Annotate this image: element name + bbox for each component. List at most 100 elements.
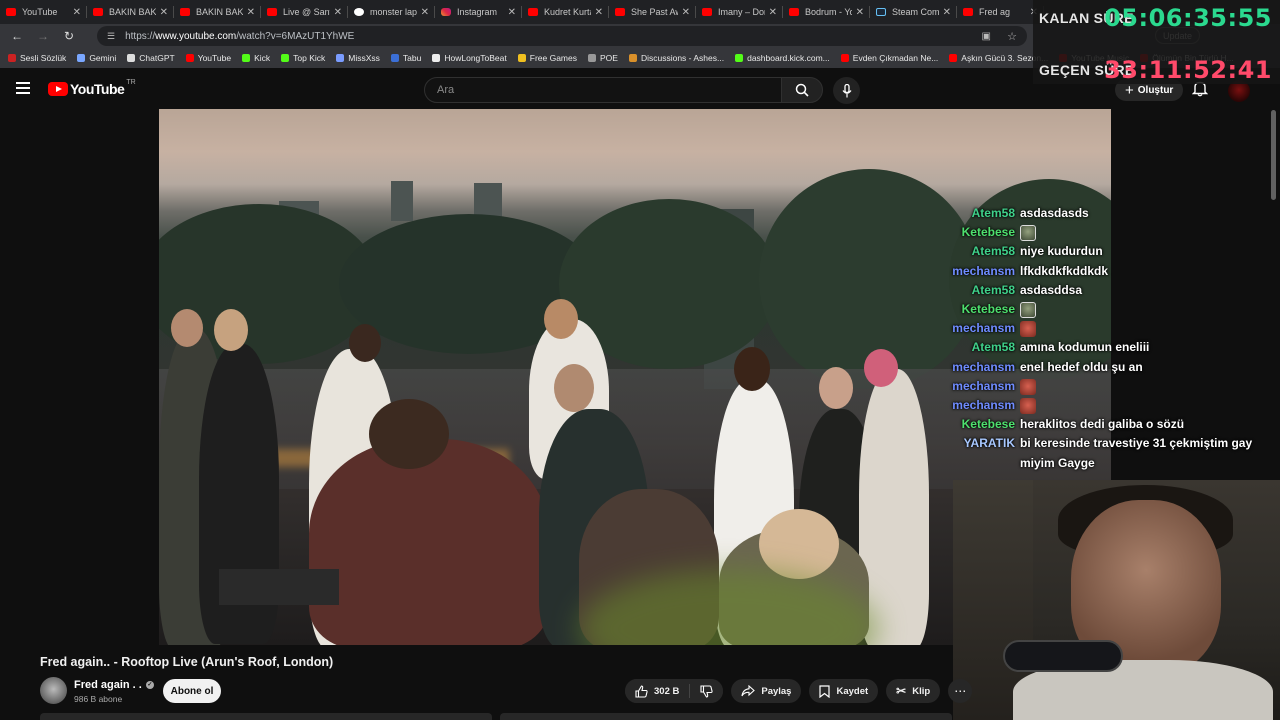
- browser-tab[interactable]: YouTube ✕: [0, 0, 87, 24]
- plus-icon: +: [1125, 81, 1134, 99]
- browser-tab[interactable]: BAKIN BAKIN ✕: [87, 0, 174, 24]
- verified-check-icon: ✓: [145, 681, 154, 689]
- forward-button[interactable]: →: [30, 29, 56, 43]
- tab-close-icon[interactable]: ✕: [856, 7, 864, 18]
- bookmark-item[interactable]: Evden Çıkmadan Ne...: [840, 53, 938, 63]
- page-scrollbar[interactable]: [1271, 110, 1276, 200]
- tab-close-icon[interactable]: ✕: [334, 7, 342, 18]
- bookmark-item[interactable]: Free Games: [517, 53, 577, 63]
- bookmark-favicon-icon: [281, 54, 290, 62]
- bookmark-item[interactable]: Sesli Sözlük: [8, 53, 66, 63]
- dislike-button[interactable]: [690, 679, 724, 703]
- stream-timer-overlay: KALAN SÜRE 05:06:35:55 GEÇEN SÜRE 33:11:…: [1033, 0, 1280, 84]
- url-prefix: https://: [125, 30, 156, 42]
- tab-title: Fred ag: [979, 7, 1011, 17]
- bookmark-icon: [819, 684, 831, 698]
- crowd-person-head: [171, 309, 203, 347]
- bookmark-item[interactable]: Discussions - Ashes...: [628, 53, 724, 63]
- tab-close-icon[interactable]: ✕: [943, 7, 951, 18]
- crowd-person-foreground: [309, 439, 549, 645]
- crowd-person-head: [864, 349, 898, 387]
- hamburger-menu-icon[interactable]: [16, 82, 30, 94]
- browser-tab[interactable]: Steam Comm ✕: [870, 0, 957, 24]
- chat-username: Ketebese: [961, 417, 1015, 432]
- like-count: 302 B: [654, 685, 680, 697]
- bookmark-item[interactable]: Tabu: [390, 53, 422, 63]
- bookmark-item[interactable]: dashboard.kick.com...: [735, 53, 830, 63]
- install-app-icon[interactable]: ▣: [982, 31, 991, 42]
- youtube-icon: [6, 8, 16, 16]
- bookmark-label: Tabu: [402, 53, 422, 63]
- reload-button[interactable]: ↻: [56, 29, 82, 43]
- bookmark-favicon-icon: [735, 54, 744, 62]
- search-input[interactable]: Ara: [424, 77, 782, 103]
- chat-message: Atem58 niye kudurdun: [940, 242, 1280, 261]
- back-button[interactable]: ←: [4, 29, 30, 43]
- tab-close-icon[interactable]: ✕: [508, 7, 516, 18]
- bookmark-favicon-icon: [588, 54, 596, 62]
- crowd-person-head: [349, 324, 381, 362]
- youtube-icon: [267, 8, 277, 16]
- chat-text: asdasddsa: [1020, 282, 1083, 297]
- subscribe-button[interactable]: Abone ol: [163, 679, 221, 703]
- youtube-icon: [528, 8, 538, 16]
- youtube-wordmark: YouTube: [70, 81, 125, 97]
- subscriber-count: 986 B abone: [74, 694, 123, 704]
- bookmark-item[interactable]: Kick: [242, 53, 270, 63]
- youtube-logo[interactable]: YouTube TR: [48, 78, 136, 97]
- tab-close-icon[interactable]: ✕: [247, 7, 255, 18]
- voice-search-button[interactable]: [833, 77, 860, 104]
- tab-close-icon[interactable]: ✕: [769, 7, 777, 18]
- steam-icon: [876, 8, 886, 16]
- youtube-icon: [615, 8, 625, 16]
- tab-close-icon[interactable]: ✕: [73, 7, 81, 18]
- chat-username: Atem58: [971, 340, 1015, 355]
- bookmark-label: YouTube: [197, 53, 232, 63]
- bookmark-item[interactable]: Top Kick: [281, 53, 325, 63]
- crowd-person-head: [734, 347, 770, 391]
- address-bar[interactable]: ☰ https://www.youtube.com/watch?v=6MAzUT…: [97, 26, 1027, 46]
- share-button[interactable]: Paylaş: [731, 679, 802, 703]
- tab-close-icon[interactable]: ✕: [160, 7, 168, 18]
- clip-button[interactable]: ✂ Klip: [886, 679, 941, 703]
- bookmark-label: HowLongToBeat: [444, 53, 507, 63]
- search-button[interactable]: [781, 77, 823, 103]
- bookmark-star-icon[interactable]: ☆: [1007, 30, 1017, 43]
- tab-close-icon[interactable]: ✕: [682, 7, 690, 18]
- bookmark-item[interactable]: POE: [588, 53, 618, 63]
- tab-close-icon[interactable]: ✕: [421, 7, 429, 18]
- browser-tab[interactable]: monster lapt ✕: [348, 0, 435, 24]
- crowd-person-head: [214, 309, 248, 351]
- bookmark-item[interactable]: MissXss: [336, 53, 380, 63]
- streamer-microphone: [1003, 640, 1123, 672]
- browser-tab[interactable]: Instagram ✕: [435, 0, 522, 24]
- chat-username: Ketebese: [961, 225, 1015, 240]
- save-button[interactable]: Kaydet: [809, 679, 879, 703]
- browser-tab[interactable]: Fred ag✕: [957, 0, 1044, 24]
- bookmark-label: Free Games: [529, 53, 577, 63]
- frog-emote-icon: [1020, 301, 1036, 318]
- like-button[interactable]: 302 B: [625, 679, 690, 703]
- browser-tab[interactable]: Bodrum - You ✕: [783, 0, 870, 24]
- tab-title: Bodrum - You: [805, 7, 852, 17]
- tab-close-icon[interactable]: ✕: [595, 7, 603, 18]
- browser-tab[interactable]: Live @ Santa ✕: [261, 0, 348, 24]
- browser-tab[interactable]: Imany – Don ✕: [696, 0, 783, 24]
- more-actions-button[interactable]: ⋯: [948, 679, 973, 703]
- description-box-edge: [40, 713, 492, 720]
- chat-username: Atem58: [971, 282, 1015, 297]
- browser-tab[interactable]: BAKIN BAKIN ✕: [174, 0, 261, 24]
- bookmark-item[interactable]: Gemini: [77, 53, 116, 63]
- bookmark-item[interactable]: ChatGPT: [127, 53, 175, 63]
- channel-name[interactable]: Fred again . . ✓: [74, 679, 154, 691]
- channel-avatar[interactable]: [40, 677, 67, 704]
- site-info-icon[interactable]: ☰: [107, 31, 115, 42]
- bookmark-item[interactable]: HowLongToBeat: [432, 53, 507, 63]
- streamer-webcam: [953, 480, 1280, 720]
- youtube-icon: [180, 8, 190, 16]
- crowd-person-head: [759, 509, 839, 579]
- browser-tab[interactable]: Kudret Kurta ✕: [522, 0, 609, 24]
- country-code: TR: [126, 78, 136, 86]
- browser-tab[interactable]: She Past Awa ✕: [609, 0, 696, 24]
- bookmark-item[interactable]: YouTube: [185, 53, 232, 63]
